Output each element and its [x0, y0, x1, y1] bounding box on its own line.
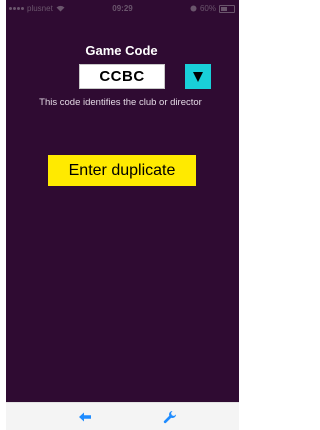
- game-code-field[interactable]: CCBC: [79, 64, 165, 89]
- status-right: 60%: [190, 4, 235, 13]
- bottom-toolbar: [6, 402, 239, 430]
- back-arrow-icon[interactable]: [79, 412, 91, 422]
- enter-duplicate-button[interactable]: Enter duplicate: [48, 155, 196, 186]
- dropdown-arrow-icon: [193, 71, 203, 82]
- game-code-dropdown-button[interactable]: [185, 64, 211, 89]
- game-code-help-text: This code identifies the club or directo…: [39, 97, 202, 108]
- app-screen: plusnet 09:29 60%: [6, 0, 239, 402]
- battery-percent: 60%: [199, 4, 216, 13]
- status-bar: plusnet 09:29 60%: [6, 0, 239, 16]
- wrench-icon[interactable]: [163, 410, 177, 424]
- battery-icon: [219, 4, 235, 13]
- game-code-label: Game Code: [85, 43, 158, 58]
- orientation-lock-icon: [190, 5, 197, 12]
